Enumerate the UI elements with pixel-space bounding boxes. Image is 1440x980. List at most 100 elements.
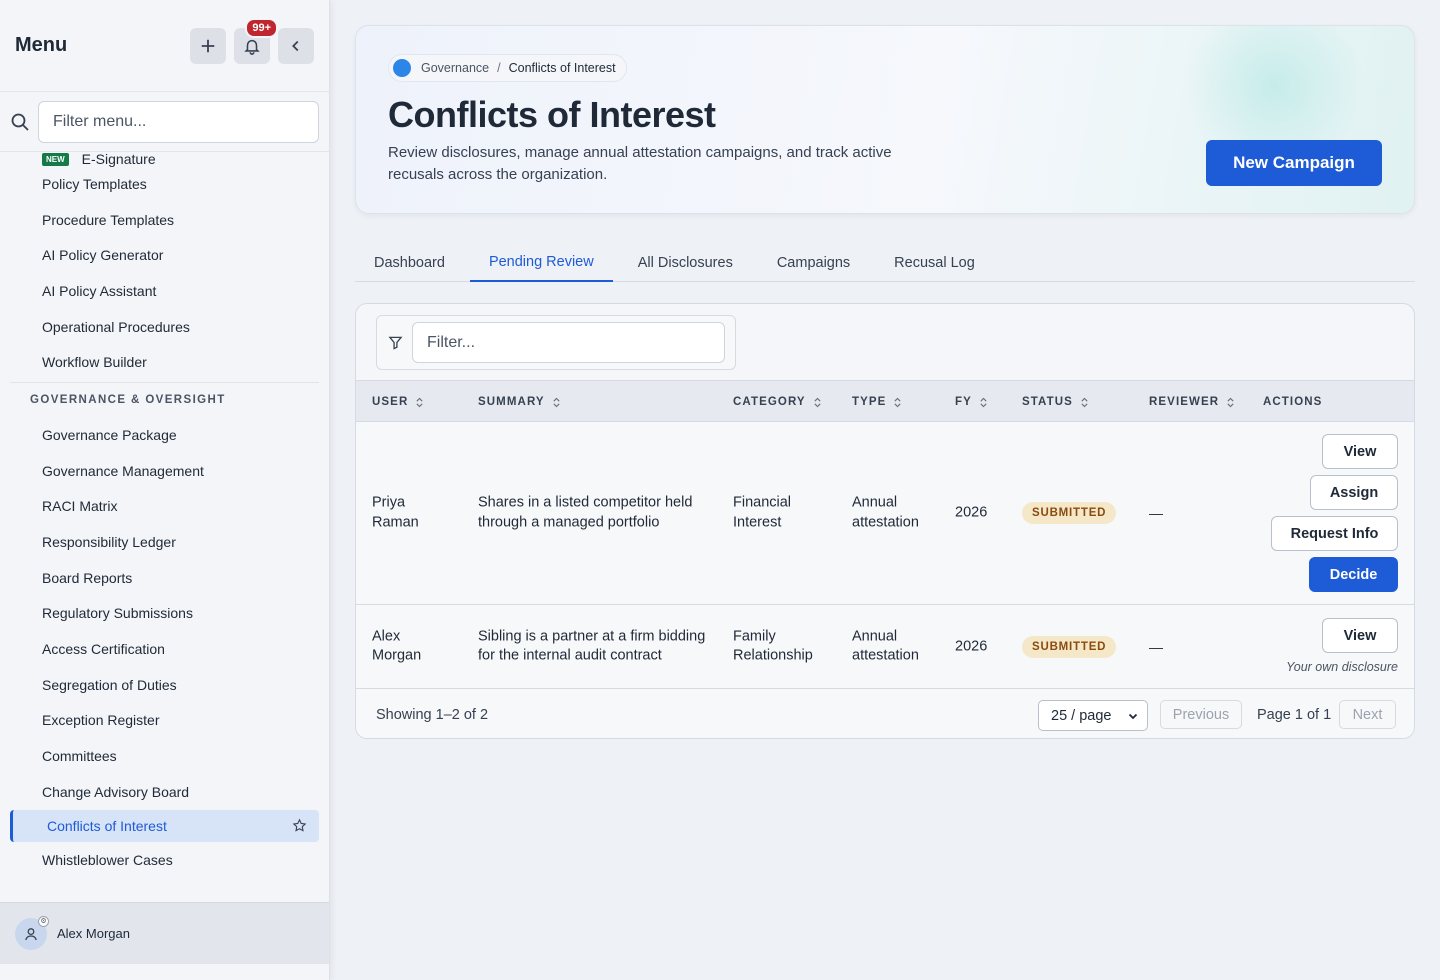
page-title: Conflicts of Interest [388, 94, 716, 135]
sidebar-item-label: AI Policy Assistant [42, 282, 157, 299]
view-button[interactable]: View [1322, 434, 1398, 469]
governance-dot-icon [393, 59, 411, 77]
sidebar-item-responsibility-ledger[interactable]: Responsibility Ledger [0, 524, 329, 560]
cell-user: Alex Morgan [372, 628, 422, 664]
sidebar-item-workflow-builder[interactable]: Workflow Builder [0, 344, 329, 380]
sidebar-item-label: Conflicts of Interest [47, 817, 167, 834]
sidebar-nav: NEW E-Signature Policy Templates Procedu… [0, 152, 329, 900]
previous-button[interactable]: Previous [1160, 700, 1242, 729]
page-indicator: Page 1 of 1 [1257, 706, 1332, 723]
sidebar-item-procedure-templates[interactable]: Procedure Templates [0, 202, 329, 238]
sidebar-item-raci-matrix[interactable]: RACI Matrix [0, 489, 329, 525]
tab-recusal-log[interactable]: Recusal Log [875, 244, 994, 282]
tab-all-disclosures[interactable]: All Disclosures [619, 244, 752, 282]
decide-button[interactable]: Decide [1309, 557, 1398, 592]
sidebar-item-label: Workflow Builder [42, 354, 147, 371]
sidebar-item-label: Governance Management [42, 462, 204, 479]
add-button[interactable] [190, 27, 226, 64]
column-fy[interactable]: FY [955, 381, 988, 423]
sidebar-item-label: Change Advisory Board [42, 783, 190, 800]
column-category[interactable]: CATEGORY [733, 381, 822, 423]
per-page-select[interactable]: 25 / page [1038, 700, 1148, 731]
cell-summary: Shares in a listed competitor held throu… [478, 494, 693, 531]
sidebar-item-label: Access Certification [42, 641, 165, 658]
tab-campaigns[interactable]: Campaigns [758, 244, 869, 282]
sidebar-item-segregation-of-duties[interactable]: Segregation of Duties [0, 667, 329, 703]
column-status[interactable]: STATUS [1022, 381, 1089, 423]
filter-icon [388, 336, 403, 350]
sidebar-item-change-advisory-board[interactable]: Change Advisory Board [0, 774, 329, 810]
sidebar-item-governance-management[interactable]: Governance Management [0, 453, 329, 489]
sidebar-item-policy-templates[interactable]: Policy Templates [0, 166, 329, 202]
status-badge: SUBMITTED [1022, 502, 1117, 524]
table-row: Alex Morgan Sibling is a partner at a fi… [356, 605, 1414, 689]
new-campaign-button[interactable]: New Campaign [1206, 140, 1382, 186]
view-button[interactable]: View [1322, 618, 1398, 653]
status-badge: SUBMITTED [1022, 635, 1117, 658]
notifications-button[interactable]: 99+ [234, 17, 278, 64]
column-actions: ACTIONS [1263, 381, 1322, 423]
next-button[interactable]: Next [1339, 700, 1396, 729]
sort-icon [416, 397, 423, 407]
page-description: Review disclosures, manage annual attest… [388, 144, 892, 183]
user-profile[interactable]: ⚙ Alex Morgan [0, 902, 329, 964]
request-info-button[interactable]: Request Info [1271, 516, 1398, 551]
sidebar-item-ai-policy-assistant[interactable]: AI Policy Assistant [0, 273, 329, 309]
assign-button[interactable]: Assign [1310, 475, 1398, 510]
sidebar-item-ai-policy-generator[interactable]: AI Policy Generator [0, 237, 329, 273]
sidebar-item-label: E-Signature [81, 152, 156, 167]
sidebar-item-whistleblower-cases[interactable]: Whistleblower Cases [0, 842, 329, 878]
sidebar-item-operational-procedures[interactable]: Operational Procedures [0, 309, 329, 345]
plus-icon [201, 39, 215, 52]
cell-category: Financial Interest [733, 494, 792, 531]
tab-pending-review[interactable]: Pending Review [469, 244, 613, 282]
tab-dashboard[interactable]: Dashboard [355, 244, 464, 282]
table-header: USER SUMMARY CATEGORY TYPE FY STATUS REV… [356, 380, 1414, 422]
chevron-down-icon [1128, 713, 1138, 719]
column-user[interactable]: USER [372, 381, 424, 423]
sort-icon [894, 397, 902, 407]
sort-icon [1227, 397, 1234, 407]
sidebar-item-label: Whistleblower Cases [42, 851, 173, 868]
avatar[interactable]: ⚙ [15, 915, 49, 950]
column-type[interactable]: TYPE [852, 381, 902, 423]
disclosures-panel: USER SUMMARY CATEGORY TYPE FY STATUS REV… [355, 303, 1415, 739]
filter-menu-input[interactable] [38, 100, 319, 143]
cell-type: Annual attestation [852, 494, 919, 531]
column-summary[interactable]: SUMMARY [478, 381, 561, 423]
breadcrumb-separator: / [497, 61, 501, 75]
sidebar-item-label: Board Reports [42, 569, 133, 586]
cell-type: Annual attestation [852, 628, 919, 664]
table-filter-input[interactable] [412, 322, 725, 363]
sidebar-item-access-certification[interactable]: Access Certification [0, 631, 329, 667]
sidebar-item-label: Committees [42, 748, 117, 765]
sidebar: Menu 99+ NEW E-Signature Policy Template… [0, 0, 330, 980]
sidebar-item-governance-package[interactable]: Governance Package [0, 417, 329, 453]
sidebar-item-label: Policy Templates [42, 175, 147, 192]
sidebar-item-label: Regulatory Submissions [42, 605, 193, 622]
sidebar-item-conflicts-of-interest[interactable]: Conflicts of Interest [10, 809, 319, 842]
column-label: USER [372, 396, 409, 408]
sidebar-item-label: RACI Matrix [42, 498, 118, 515]
sidebar-item-label: Procedure Templates [42, 211, 175, 228]
sidebar-item-label: Segregation of Duties [42, 676, 177, 693]
breadcrumb-current: Conflicts of Interest [508, 61, 616, 75]
sidebar-item-label: Governance Package [42, 426, 177, 443]
sidebar-item-label: Operational Procedures [42, 318, 190, 335]
bell-icon [244, 39, 260, 55]
search-icon [11, 113, 29, 131]
sidebar-item-e-signature[interactable]: NEW E-Signature [0, 152, 329, 167]
own-disclosure-note: Your own disclosure [1286, 660, 1398, 674]
collapse-sidebar-button[interactable] [278, 27, 314, 64]
breadcrumb-parent[interactable]: Governance [421, 61, 489, 75]
cell-fy: 2026 [955, 504, 988, 521]
sidebar-item-board-reports[interactable]: Board Reports [0, 560, 329, 596]
sidebar-item-committees[interactable]: Committees [0, 738, 329, 774]
column-reviewer[interactable]: REVIEWER [1149, 381, 1235, 423]
section-title: GOVERNANCE & OVERSIGHT [30, 394, 226, 407]
column-label: SUMMARY [478, 396, 545, 408]
sidebar-item-regulatory-submissions[interactable]: Regulatory Submissions [0, 596, 329, 632]
star-icon[interactable] [292, 818, 307, 833]
sidebar-search [0, 92, 329, 152]
sidebar-item-exception-register[interactable]: Exception Register [0, 703, 329, 739]
